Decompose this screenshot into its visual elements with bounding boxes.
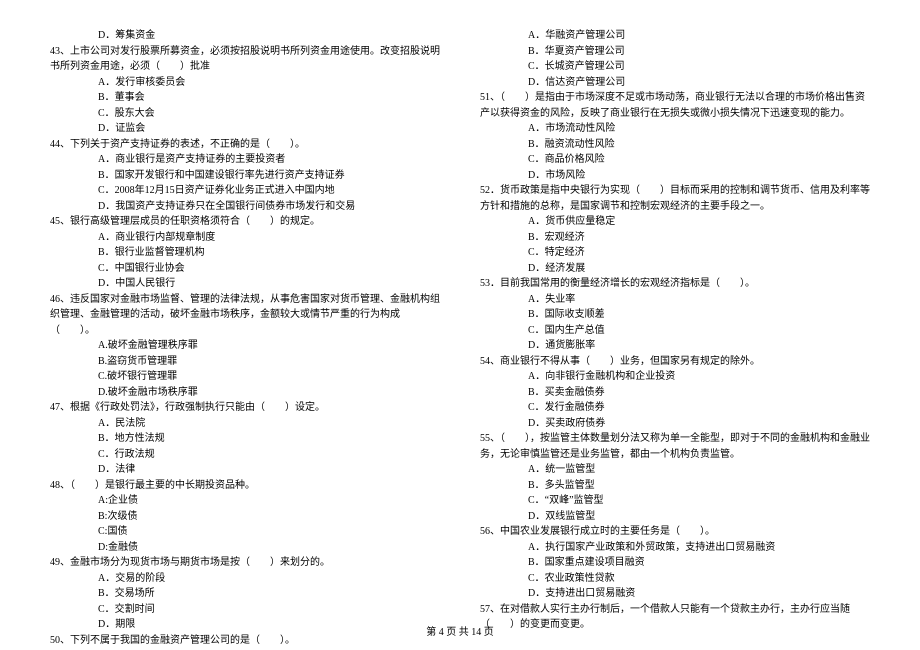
option-text: B．国家重点建设项目融资 [480,555,870,571]
option-text: A．商业银行是资产支持证券的主要投资者 [50,152,440,168]
option-text: D:金融债 [50,540,440,556]
option-text: B．国家开发银行和中国建设银行率先进行资产支持证券 [50,168,440,184]
option-text: D．双线监管型 [480,509,870,525]
option-text: D．我国资产支持证券只在全国银行间债券市场发行和交易 [50,199,440,215]
option-text: C．中国银行业协会 [50,261,440,277]
option-text: A．货币供应量稳定 [480,214,870,230]
option-text: B．董事会 [50,90,440,106]
option-text: B．地方性法规 [50,431,440,447]
question-text: 44、下列关于资产支持证券的表述，不正确的是（ ）。 [50,137,440,153]
option-text: C．商品价格风险 [480,152,870,168]
option-text: C:国债 [50,524,440,540]
question-text: 49、金融市场分为现货市场与期货市场是按（ ）来划分的。 [50,555,440,571]
option-text: D．买卖政府债券 [480,416,870,432]
question-text: 56、中国农业发展银行成立时的主要任务是（ ）。 [480,524,870,540]
option-text: B．买卖金融债券 [480,385,870,401]
option-text: A．执行国家产业政策和外贸政策，支持进出口贸易融资 [480,540,870,556]
option-text: A．向非银行金融机构和企业投资 [480,369,870,385]
option-text: A．商业银行内部规章制度 [50,230,440,246]
question-text: 48、（ ）是银行最主要的中长期投资品种。 [50,478,440,494]
page-footer: 第 4 页 共 14 页 [0,623,920,638]
option-text: C．交割时间 [50,602,440,618]
option-text: B．国际收支顺差 [480,307,870,323]
option-text: A．统一监管型 [480,462,870,478]
option-text: D．通货膨胀率 [480,338,870,354]
option-text: D．法律 [50,462,440,478]
option-text: D．信达资产管理公司 [480,75,870,91]
option-text: C．国内生产总值 [480,323,870,339]
option-text: C．股东大会 [50,106,440,122]
option-text: C．特定经济 [480,245,870,261]
question-text: 55、（ ），按监管主体数量划分法又称为单一全能型，即对于不同的金融机构和金融业… [480,431,870,462]
option-text: C．“双峰”监管型 [480,493,870,509]
option-text: B.盗窃货币管理罪 [50,354,440,370]
option-text: A．发行审核委员会 [50,75,440,91]
question-text: 53．目前我国常用的衡量经济增长的宏观经济指标是（ ）。 [480,276,870,292]
question-text: 46、违反国家对金融市场监督、管理的法律法规，从事危害国家对货币管理、金融机构组… [50,292,440,339]
question-text: 43、上市公司对发行股票所募资金，必须按招股说明书所列资金用途使用。改变招股说明… [50,44,440,75]
question-text: 54、商业银行不得从事（ ）业务，但国家另有规定的除外。 [480,354,870,370]
question-text: 45、银行高级管理层成员的任职资格须符合（ ）的规定。 [50,214,440,230]
question-text: 52．货币政策是指中央银行为实现（ ）目标而采用的控制和调节货币、信用及利率等方… [480,183,870,214]
option-text: A．华融资产管理公司 [480,28,870,44]
option-text: D．中国人民银行 [50,276,440,292]
option-text: C．行政法规 [50,447,440,463]
option-text: C.破坏银行管理罪 [50,369,440,385]
option-text: A．民法院 [50,416,440,432]
option-text: B．银行业监督管理机构 [50,245,440,261]
option-text: D．筹集资金 [50,28,440,44]
option-text: B．多头监管型 [480,478,870,494]
option-text: B:次级债 [50,509,440,525]
option-text: C．农业政策性贷款 [480,571,870,587]
right-column: A．华融资产管理公司 B．华夏资产管理公司 C．长城资产管理公司 D．信达资产管… [480,28,870,648]
option-text: B．融资流动性风险 [480,137,870,153]
question-text: 51、（ ）是指由于市场深度不足或市场动荡，商业银行无法以合理的市场价格出售资产… [480,90,870,121]
option-text: A:企业债 [50,493,440,509]
left-column: D．筹集资金 43、上市公司对发行股票所募资金，必须按招股说明书所列资金用途使用… [50,28,440,648]
option-text: B．华夏资产管理公司 [480,44,870,60]
option-text: A．交易的阶段 [50,571,440,587]
option-text: A.破坏金融管理秩序罪 [50,338,440,354]
option-text: C．发行金融债券 [480,400,870,416]
option-text: D．证监会 [50,121,440,137]
option-text: C．2008年12月15日资产证券化业务正式进入中国内地 [50,183,440,199]
option-text: D．支持进出口贸易融资 [480,586,870,602]
exam-page: D．筹集资金 43、上市公司对发行股票所募资金，必须按招股说明书所列资金用途使用… [0,0,920,648]
option-text: D．经济发展 [480,261,870,277]
option-text: B．宏观经济 [480,230,870,246]
option-text: A．失业率 [480,292,870,308]
question-text: 47、根据《行政处罚法》，行政强制执行只能由（ ）设定。 [50,400,440,416]
option-text: C．长城资产管理公司 [480,59,870,75]
option-text: D.破坏金融市场秩序罪 [50,385,440,401]
option-text: B．交易场所 [50,586,440,602]
option-text: A．市场流动性风险 [480,121,870,137]
option-text: D．市场风险 [480,168,870,184]
